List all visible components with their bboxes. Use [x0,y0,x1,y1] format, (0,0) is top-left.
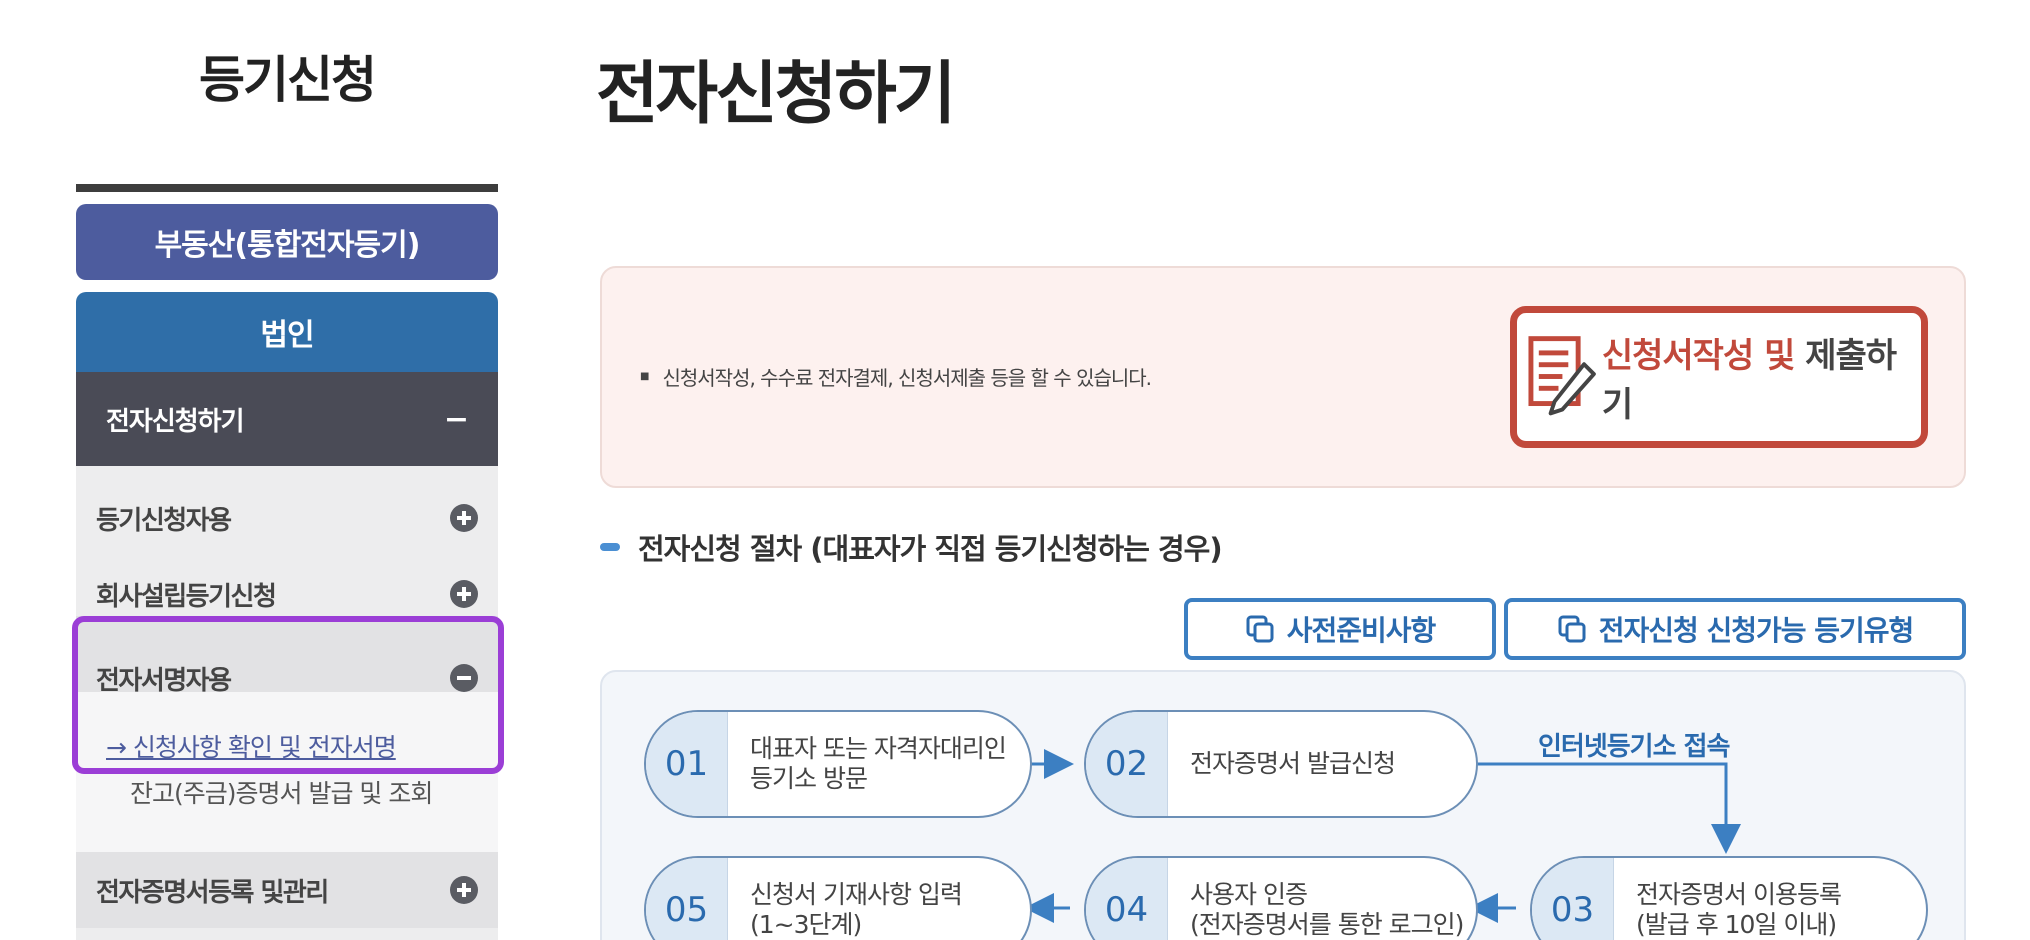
plus-circle-icon [450,504,478,532]
sidebar-title: 등기신청 [199,51,377,109]
sidebar-item-label: 등기신청자용 [96,505,232,536]
step-text: 전자증명서 발급신청 [1190,749,1396,778]
sidebar-divider [76,184,498,192]
sidebar-item-label: 전자증명서등록 및관리 [96,877,329,908]
step-02: 02 전자증명서 발급신청 [1084,710,1478,818]
submenu-e-application-label: 전자신청하기 [106,406,245,437]
apply-submit-label: 신청서작성 및 제출하기 [1602,328,1921,426]
step-text: 사용자 인증 (전자증명서를 통한 로그인) [1190,880,1464,939]
step-number: 01 [646,712,728,816]
sidebar-item-certificate-management[interactable]: 전자증명서등록 및관리 [76,852,498,928]
step-01: 01 대표자 또는 자격자대리인 등기소 방문 [644,710,1032,818]
step-05: 05 신청서 기재사항 입력 (1~3단계) [644,856,1032,940]
prerequisites-button[interactable]: 사전준비사항 [1184,598,1496,660]
sidebar-item-applicant[interactable]: 등기신청자용 [76,482,498,554]
collapse-icon: − [443,401,469,437]
menu-corporation[interactable]: 법인 [76,292,498,372]
registration-types-label: 전자신청 신청가능 등기유형 [1598,614,1915,647]
registration-types-button[interactable]: 전자신청 신청가능 등기유형 [1504,598,1966,660]
step-04: 04 사용자 인증 (전자증명서를 통한 로그인) [1084,856,1478,940]
window-icon [1558,615,1586,643]
procedure-flow: 인터넷등기소 접속 01 대표자 또는 자격자대리인 등기소 방문 02 전자증… [600,670,1966,940]
section-heading: 전자신청 절차 (대표자가 직접 등기신청하는 경우) [600,526,1223,568]
step-03: 03 전자증명서 이용등록 (발급 후 10일 이내) [1530,856,1928,940]
info-text: 신청서작성, 수수료 전자결제, 신청서제출 등을 할 수 있습니다. [640,362,1152,391]
sidebar-item-label: 회사설립등기신청 [96,581,277,612]
step-text: 전자증명서 이용등록 (발급 후 10일 이내) [1636,880,1842,939]
apply-label-part1: 신청서작성 및 [1601,336,1796,376]
info-panel: 신청서작성, 수수료 전자결제, 신청서제출 등을 할 수 있습니다. 신청서작… [600,266,1966,488]
step-number: 02 [1086,712,1168,816]
section-title: 전자신청 절차 (대표자가 직접 등기신청하는 경우) [638,532,1223,566]
menu-real-estate[interactable]: 부동산(통합전자등기) [76,204,498,280]
link-balance-certificate[interactable]: 잔고(주금)증명서 발급 및 조회 [130,774,433,810]
step-text: 신청서 기재사항 입력 (1~3단계) [750,880,963,939]
section-bullet-icon [600,543,620,551]
apply-submit-button[interactable]: 신청서작성 및 제출하기 [1510,306,1928,448]
plus-circle-icon [450,876,478,904]
selection-highlight [72,616,504,774]
page-title: 전자신청하기 [596,55,956,134]
plus-circle-icon [450,580,478,608]
window-icon [1246,615,1274,643]
flow-note: 인터넷등기소 접속 [1538,732,1730,762]
submenu-e-application[interactable]: 전자신청하기 − [76,372,498,466]
prerequisites-label: 사전준비사항 [1286,614,1437,647]
step-text: 대표자 또는 자격자대리인 등기소 방문 [750,734,1007,793]
document-pen-icon [1528,336,1596,416]
